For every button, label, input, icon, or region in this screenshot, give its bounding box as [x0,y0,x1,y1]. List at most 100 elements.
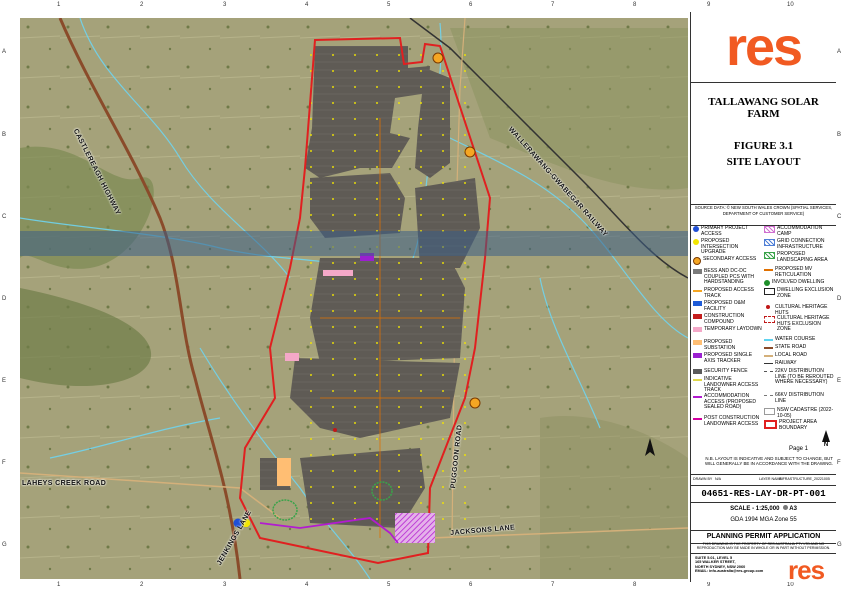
north-arrow: N [819,430,833,448]
grid-row-label: D [2,296,7,302]
north-arrow-icon [822,430,830,442]
grid-column-label: 2 [140,2,144,8]
grey-outline-icon [764,408,775,415]
grid-row-ruler-left: A B C D E F G [0,12,10,582]
grey-square-icon [693,369,702,374]
site-layout-map[interactable]: CASTLEREAGH HIGHWAY WALLERAWANG-GWABEGAR… [20,18,688,579]
legend-item: SECONDARY ACCESS [693,256,763,265]
title-block-panel: res TALLAWANG SOLAR FARM FIGURE 3.1 SITE… [690,12,836,585]
grid-column-label: 7 [551,582,555,588]
grid-column-label: 4 [305,582,309,588]
selection-band-overlay [20,231,688,256]
dash-line-icon [764,395,773,396]
legend-item: GRID CONNECTION INFRASTRUCTURE [764,238,834,250]
scale-text: SCALE - 1:25,000 [730,506,780,512]
grid-column-label: 9 [707,582,711,588]
temporary-laydown [323,270,353,276]
grid-column-label: 3 [223,582,227,588]
grid-row-label: F [2,460,6,466]
map-sheet: 1 2 3 4 5 6 7 8 9 10 1 2 3 4 5 6 7 8 9 1… [0,0,845,592]
legend-item: RAILWAY [764,360,834,367]
purple-line-icon [693,396,702,398]
legend-label: PROPOSED ACCESS TRACK [704,287,755,299]
address-line: EMAIL: info-australia@res-group.com [695,569,764,574]
dash-line-icon [764,371,773,372]
red-square-icon [693,314,702,319]
notes-text: N.B. LAYOUT IS INDICATIVE AND SUBJECT TO… [705,456,833,466]
legend-label: GRID CONNECTION INFRASTRUCTURE [777,238,825,250]
crs-text: GDA 1994 MGA Zone 55 [730,517,797,523]
legend-label: 22KV DISTRIBUTION LINE (TO BE REROUTED W… [775,368,834,386]
brown-line-icon [764,347,773,349]
cultural-heritage-hut [333,428,337,432]
grey-square-icon [693,269,702,274]
legend-item: DWELLING EXCLUSION ZONE [764,287,834,299]
grid-row-label: B [837,132,842,138]
legend-item: TEMPORARY LAYDOWN [693,326,763,333]
grid-column-ruler-bottom: 1 2 3 4 5 6 7 8 9 10 [10,582,794,592]
blue-dot-icon [693,226,699,232]
grid-column-label: 6 [469,582,473,588]
grid-column-label: 10 [787,2,794,8]
legend-label: PROPOSED LANDSCAPING AREA [777,251,828,263]
res-logo-text: res [725,17,803,77]
legend-label: SECONDARY ACCESS [703,256,757,262]
legend-label: WATER COURSE [775,336,816,342]
north-label: N [823,442,829,448]
purple-square-icon [693,353,702,358]
legend-item: WATER COURSE [764,336,834,343]
legend-label: PROPOSED SINGLE AXIS TRACKER [704,352,753,364]
yellow-line-icon [693,379,702,381]
magenta-line-icon [693,418,702,420]
legend-label: RAILWAY [775,360,797,366]
legend-item: CULTURAL HERITAGE HUTS EXCLUSION ZONE [764,315,834,333]
footer-res-logo: res [788,555,825,585]
res-logo: res [691,12,836,83]
legend-item: ACCOMMODATION CAMP [764,225,834,237]
legend-item: BESS AND DC-DC COUPLED PCS WITH HARDSTAN… [693,268,763,286]
secondary-access-point [432,52,444,64]
accommodation-camp [395,513,435,543]
rail-line-icon [764,363,773,364]
legend-label: INDICATIVE LANDOWNER ACCESS TRACK [704,376,759,394]
paper-size: A3 [789,506,797,512]
legend-label: CONSTRUCTION COMPOUND [704,313,745,325]
grid-column-label: 1 [57,582,61,588]
grid-column-label: 3 [223,2,227,8]
grid-column-label: 8 [633,582,637,588]
grid-row-label: A [837,49,842,55]
tracker-row-markers [305,48,475,528]
office-address: SUITE 5.01, LEVEL 5 165 WALKER STREET, N… [695,556,763,574]
layer-value: INFRASTRUCTURE_20221005 [779,477,830,481]
red-dot-icon [766,305,770,309]
orange-square-icon [693,340,702,345]
legend-label: ACCOMMODATION CAMP [777,225,823,237]
scale-block: SCALE - 1:25,000 A3 GDA 1994 MGA Zone 55 [691,502,836,531]
legend-item: ACCOMMODATION ACCESS (PROPOSED SEALED RO… [693,393,763,411]
legend-item: PROPOSED MV RETICULATION [764,266,834,278]
legend-item: INVOLVED DWELLING [764,279,834,286]
red-outline-icon [764,316,775,323]
grid-row-label: B [2,132,7,138]
grid-row-label: C [837,214,842,220]
figure-number: FIGURE 3.1 [733,140,794,152]
green-hatch-icon [764,252,775,259]
grid-row-label: E [2,378,7,384]
legend-label: PROPOSED INTERSECTION UPGRADE [701,238,739,256]
grid-row-label: C [2,214,7,220]
green-dot-icon [764,280,770,286]
legend-label: CULTURAL HERITAGE HUTS EXCLUSION ZONE [777,315,830,333]
legend-label: NSW CADASTRE (2022-10-05) [777,407,834,419]
secondary-access-point [464,146,476,158]
figure-subtitle: SITE LAYOUT [726,156,801,168]
grid-row-label: D [837,296,842,302]
legend-label: TEMPORARY LAYDOWN [704,326,762,332]
proposed-substation-area [277,458,291,486]
footer-block: SUITE 5.01, LEVEL 5 165 WALKER STREET, N… [691,553,836,585]
blue-square-icon [693,301,702,306]
red-box-icon [764,420,777,429]
label-laheys-creek-road: LAHEYS CREEK ROAD [22,480,107,487]
map-canvas [20,18,688,579]
legend-item: PROPOSED ACCESS TRACK [693,287,763,299]
legend-item: LOCAL ROAD [764,352,834,359]
